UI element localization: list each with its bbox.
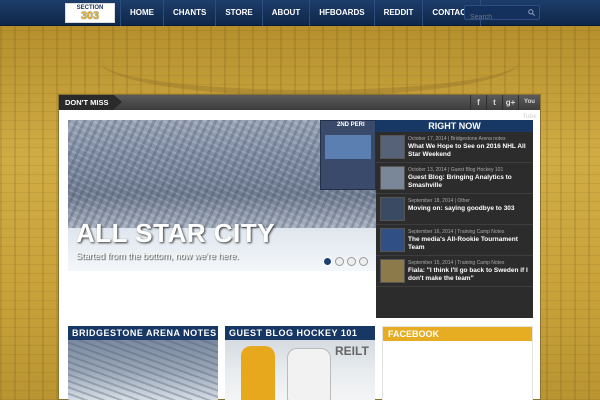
- list-item[interactable]: September 16, 2014 | Training Camp Notes…: [376, 225, 533, 256]
- jumbotron: 2ND PERI: [320, 120, 376, 190]
- social-links: f t g+ You Tube: [470, 95, 540, 120]
- nav-item-store[interactable]: STORE: [215, 0, 261, 26]
- nav-item-home[interactable]: HOME: [120, 0, 163, 26]
- slider-dots: [323, 257, 368, 266]
- facebook-heading: FACEBOOK: [383, 327, 532, 341]
- hero-title[interactable]: ALL STAR CITY: [76, 218, 275, 249]
- twitter-icon[interactable]: t: [486, 95, 502, 110]
- list-item[interactable]: September 18, 2014 | Other Moving on: sa…: [376, 194, 533, 225]
- search-icon[interactable]: [528, 9, 535, 16]
- player-image: [241, 346, 275, 400]
- main-menu: HOME CHANTS STORE ABOUT HFBOARDS REDDIT …: [120, 0, 481, 26]
- post-thumbnail[interactable]: [380, 197, 405, 221]
- post-thumbnail[interactable]: [380, 228, 405, 252]
- slider-dot[interactable]: [359, 257, 368, 266]
- post-thumbnail[interactable]: [380, 135, 405, 159]
- nav-item-chants[interactable]: CHANTS: [163, 0, 215, 26]
- category-heading[interactable]: GUEST BLOG HOCKEY 101: [225, 326, 375, 340]
- site-logo[interactable]: SECTION 303: [65, 3, 115, 23]
- list-item[interactable]: October 17, 2014 | Bridgestone Arena not…: [376, 132, 533, 163]
- nav-item-hfboards[interactable]: HFBOARDS: [309, 0, 373, 26]
- category-heading[interactable]: BRIDGESTONE ARENA NOTES: [68, 326, 218, 340]
- dont-miss-label: DON'T MISS: [59, 95, 123, 110]
- list-item[interactable]: September 15, 2014 | Training Camp Notes…: [376, 256, 533, 287]
- facebook-widget: FACEBOOK: [382, 326, 533, 400]
- nav-item-reddit[interactable]: REDDIT: [373, 0, 423, 26]
- search-box: [464, 5, 540, 24]
- hero-subtitle: Started from the bottom, now we're here.: [76, 251, 239, 261]
- post-thumbnail[interactable]: [380, 166, 405, 190]
- right-now-heading: RIGHT NOW: [376, 120, 533, 132]
- post-thumbnail[interactable]: [380, 259, 405, 283]
- goalie-image: [287, 348, 331, 400]
- youtube-icon[interactable]: You Tube: [518, 95, 540, 120]
- search-input[interactable]: [465, 11, 525, 24]
- category-card-guest-blog[interactable]: GUEST BLOG HOCKEY 101 REILT: [225, 326, 375, 400]
- list-item[interactable]: October 13, 2014 | Guest Blog Hockey 101…: [376, 163, 533, 194]
- slider-dot[interactable]: [323, 257, 332, 266]
- featured-slider[interactable]: 2ND PERI ALL STAR CITY Started from the …: [68, 120, 376, 271]
- nav-item-about[interactable]: ABOUT: [261, 0, 309, 26]
- category-card-bridgestone[interactable]: BRIDGESTONE ARENA NOTES: [68, 326, 218, 400]
- slider-dot[interactable]: [335, 257, 344, 266]
- googleplus-icon[interactable]: g+: [502, 95, 518, 110]
- top-navigation-bar: SECTION 303 HOME CHANTS STORE ABOUT HFBO…: [0, 0, 600, 26]
- main-content-frame: DON'T MISS f t g+ You Tube 2ND PERI ALL …: [58, 94, 541, 400]
- dont-miss-bar: DON'T MISS f t g+ You Tube: [59, 95, 540, 120]
- facebook-icon[interactable]: f: [470, 95, 486, 110]
- slider-dot[interactable]: [347, 257, 356, 266]
- right-now-panel: RIGHT NOW October 17, 2014 | Bridgestone…: [376, 120, 533, 318]
